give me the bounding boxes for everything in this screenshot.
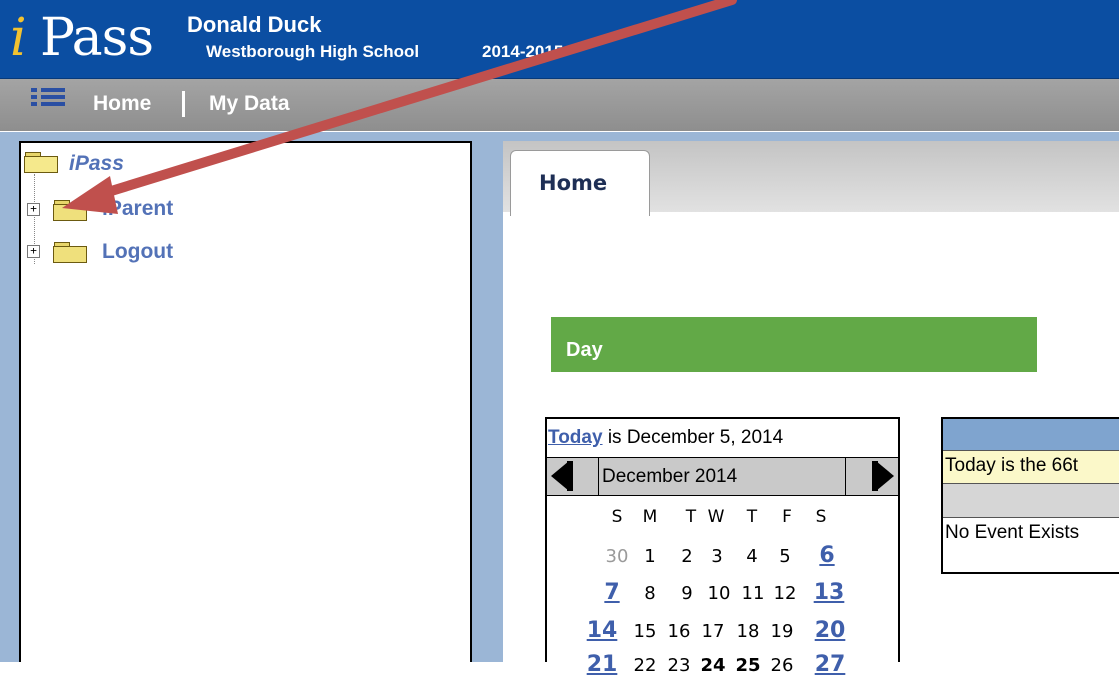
calendar-day[interactable]: 25	[731, 655, 765, 676]
folder-icon	[53, 200, 87, 221]
calendar-day[interactable]: 10	[702, 583, 736, 604]
list-menu-icon[interactable]	[29, 84, 67, 114]
calendar-day[interactable]: 2	[670, 546, 704, 567]
next-month-button[interactable]	[846, 458, 898, 495]
calendar-day-link[interactable]: 7	[595, 580, 629, 605]
calendar-day[interactable]: 26	[765, 655, 799, 676]
calendar-day[interactable]: 8	[633, 583, 667, 604]
events-subheader	[943, 484, 1119, 517]
calendar-day-link[interactable]: 14	[585, 618, 619, 643]
nav-home-link[interactable]: Home	[93, 92, 151, 116]
dow-header: S	[611, 507, 623, 527]
today-line: Today is December 5, 2014	[548, 427, 783, 449]
tree-item-logout[interactable]: Logout	[102, 240, 173, 264]
calendar-day[interactable]: 11	[736, 583, 770, 604]
calendar-day[interactable]: 16	[662, 621, 696, 642]
today-date-text: is December 5, 2014	[602, 427, 784, 448]
month-label: December 2014	[602, 466, 738, 487]
logo-i: i	[10, 8, 27, 68]
calendar-day[interactable]: 4	[735, 546, 769, 567]
calendar-day[interactable]: 23	[662, 655, 696, 676]
calendar-day-link[interactable]: 20	[813, 618, 847, 643]
folder-icon	[53, 242, 87, 263]
calendar-day[interactable]: 22	[628, 655, 662, 676]
calendar-day[interactable]: 5	[768, 546, 802, 567]
ipass-logo: i Pass	[4, 6, 174, 70]
prev-month-button[interactable]	[547, 458, 598, 495]
calendar-day-link[interactable]: 13	[812, 580, 846, 605]
calendar-day-link[interactable]: 27	[813, 652, 847, 677]
calendar-day[interactable]: 1	[633, 546, 667, 567]
calendar-day[interactable]: 9	[670, 583, 704, 604]
dow-header: T	[746, 507, 758, 527]
expand-plus-icon[interactable]: +	[27, 245, 40, 258]
events-panel: Today is the 66t No Event Exists	[941, 417, 1119, 574]
events-today-info: Today is the 66t	[945, 455, 1079, 476]
day-banner-label: Day	[566, 339, 603, 361]
school-year: 2014-2015	[482, 42, 564, 61]
school-name: Westborough High School	[206, 42, 420, 61]
nav-separator	[182, 91, 185, 117]
calendar-day[interactable]: 30	[600, 546, 634, 567]
open-folder-icon	[24, 152, 58, 173]
logo-pass: Pass	[40, 8, 154, 68]
calendar-day-link[interactable]: 21	[585, 652, 619, 677]
dow-header: F	[782, 507, 792, 527]
today-link[interactable]: Today	[548, 427, 603, 448]
nav-bar	[0, 79, 1119, 131]
calendar-day[interactable]: 3	[700, 546, 734, 567]
tree-root-ipass[interactable]: iPass	[69, 152, 124, 176]
dow-header: S	[815, 507, 827, 527]
calendar-day[interactable]: 12	[768, 583, 802, 604]
calendar-day[interactable]: 24	[696, 655, 730, 676]
tab-home[interactable]: Home	[510, 150, 650, 216]
tab-home-label: Home	[539, 171, 608, 195]
expand-plus-icon[interactable]: +	[27, 203, 40, 216]
calendar-day[interactable]: 19	[765, 621, 799, 642]
dow-header: M	[642, 507, 658, 527]
header-bar: i Pass Donald Duck Westborough High Scho…	[0, 0, 1119, 79]
events-none-text: No Event Exists	[945, 522, 1080, 543]
calendar-day-link[interactable]: 6	[810, 543, 844, 568]
day-banner: Day	[551, 317, 1037, 372]
events-header	[943, 419, 1119, 450]
tree-item-iparent[interactable]: iParent	[102, 197, 173, 221]
calendar-day[interactable]: 18	[731, 621, 765, 642]
calendar-day[interactable]: 17	[696, 621, 730, 642]
calendar-day[interactable]: 15	[628, 621, 662, 642]
nav-my-data-link[interactable]: My Data	[209, 92, 290, 116]
user-name: Donald Duck	[187, 12, 322, 37]
dow-header: W	[707, 507, 725, 527]
arrow-right-icon	[876, 461, 894, 491]
